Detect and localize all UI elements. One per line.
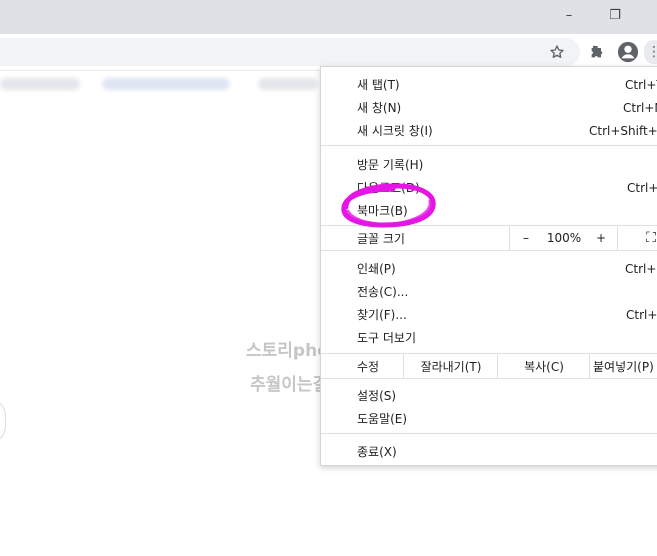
menu-item-new-tab[interactable]: 새 탭(T) Ctrl+T	[321, 73, 657, 96]
plus-icon: +	[595, 231, 607, 245]
menu-item-label: 도움말(E)	[357, 412, 408, 426]
address-bar[interactable]	[0, 38, 580, 66]
menu-item-label: 새 창(N)	[357, 101, 402, 115]
menu-item-shortcut: Ctrl+J	[627, 180, 657, 195]
menu-item-downloads[interactable]: 다운로드(D) Ctrl+J	[321, 176, 657, 199]
menu-separator	[321, 145, 657, 146]
menu-item-label: 찾기(F)...	[357, 308, 407, 322]
restore-icon: ❐	[609, 7, 621, 23]
menu-item-label: 다운로드(D)	[357, 181, 420, 195]
bookmark-item[interactable]	[258, 78, 318, 90]
edit-divider	[589, 354, 590, 378]
zoom-out-button[interactable]: –	[511, 226, 541, 250]
zoom-in-button[interactable]: +	[587, 226, 615, 250]
paste-button[interactable]: 붙여넣기(P)	[591, 354, 657, 378]
zoom-divider	[509, 226, 510, 250]
bookmark-item[interactable]	[102, 78, 230, 90]
zoom-level: 100%	[546, 231, 582, 245]
fullscreen-icon: ⛶	[646, 230, 656, 246]
menu-item-label: 방문 기록(H)	[357, 158, 424, 172]
menu-item-shortcut: Ctrl+F	[626, 307, 657, 322]
menu-item-cast[interactable]: 전송(C)...	[321, 280, 657, 303]
close-button[interactable]: ✕	[638, 0, 657, 30]
menu-item-settings[interactable]: 설정(S)	[321, 384, 657, 407]
menu-separator	[321, 433, 657, 434]
minimize-button[interactable]: –	[546, 0, 592, 30]
menu-item-label: 설정(S)	[357, 389, 397, 403]
edit-label: 수정	[357, 359, 380, 374]
menu-item-label: 전송(C)...	[357, 285, 409, 299]
menu-item-label: 인쇄(P)	[357, 262, 396, 276]
bookmark-star-button[interactable]	[545, 40, 569, 64]
title-bar: – ❐ ✕	[0, 0, 657, 34]
edit-divider	[497, 354, 498, 378]
menu-item-print[interactable]: 인쇄(P) Ctrl+P	[321, 257, 657, 280]
menu-item-bookmarks[interactable]: 북마크(B)	[321, 199, 657, 222]
fullscreen-button[interactable]: ⛶	[639, 226, 657, 250]
cut-button[interactable]: 잘라내기(T)	[405, 354, 497, 378]
menu-item-shortcut: Ctrl+T	[625, 77, 657, 92]
menu-item-find[interactable]: 찾기(F)... Ctrl+F	[321, 303, 657, 326]
star-icon	[550, 45, 564, 58]
edit-divider	[403, 354, 404, 378]
menu-button[interactable]: ⋮	[644, 40, 657, 64]
page-round-element	[0, 398, 6, 444]
zoom-label: 글꼴 크기	[357, 231, 405, 246]
menu-item-label: 새 시크릿 창(I)	[357, 124, 433, 138]
edit-row: 수정 잘라내기(T) 복사(C) 붙여넣기(P)	[321, 353, 657, 379]
menu-item-new-window[interactable]: 새 창(N) Ctrl+N	[321, 96, 657, 119]
menu-item-label: 도구 더보기	[357, 331, 417, 345]
menu-item-history[interactable]: 방문 기록(H)	[321, 153, 657, 176]
profile-button[interactable]	[616, 40, 640, 64]
menu-item-more-tools[interactable]: 도구 더보기	[321, 326, 657, 349]
menu-item-incognito[interactable]: 새 시크릿 창(I) Ctrl+Shift+N	[321, 119, 657, 142]
extensions-icon	[591, 45, 603, 58]
menu-item-exit[interactable]: 종료(X)	[321, 440, 657, 463]
menu-item-shortcut: Ctrl+P	[625, 261, 657, 276]
copy-button[interactable]: 복사(C)	[499, 354, 589, 378]
chrome-menu: 새 탭(T) Ctrl+T 새 창(N) Ctrl+N 새 시크릿 창(I) C…	[320, 66, 657, 466]
menu-item-shortcut: Ctrl+Shift+N	[589, 123, 657, 138]
restore-button[interactable]: ❐	[592, 0, 638, 30]
menu-item-help[interactable]: 도움말(E)	[321, 407, 657, 430]
menu-icon: ⋮	[647, 44, 657, 60]
zoom-row: 글꼴 크기 – 100% + ⛶	[321, 225, 657, 251]
minus-icon: –	[523, 231, 529, 245]
menu-item-label: 새 탭(T)	[357, 78, 400, 92]
minimize-icon: –	[565, 7, 573, 23]
bookmark-item[interactable]	[0, 78, 80, 90]
menu-item-label: 북마크(B)	[357, 204, 408, 218]
menu-item-label: 종료(X)	[357, 445, 397, 459]
extensions-button[interactable]	[585, 40, 609, 64]
zoom-divider	[617, 226, 618, 250]
profile-icon	[617, 41, 639, 63]
menu-item-shortcut: Ctrl+N	[623, 100, 657, 115]
